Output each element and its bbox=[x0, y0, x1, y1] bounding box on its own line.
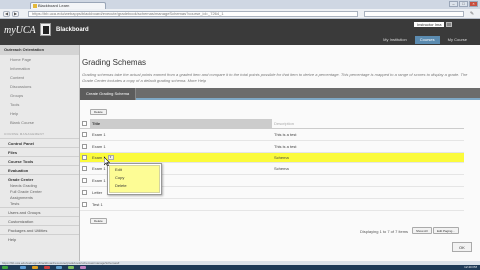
minimize-button[interactable]: – bbox=[449, 1, 458, 7]
wrench-icon[interactable]: ✎ bbox=[468, 11, 476, 17]
control-panel-item[interactable]: Course Tools bbox=[0, 156, 79, 165]
sidebar-bottom-item[interactable]: Users and Groups bbox=[0, 207, 79, 216]
table-header: Title Description bbox=[80, 118, 464, 129]
control-panel-item[interactable]: Grade Center bbox=[0, 174, 79, 183]
context-menu-edit[interactable]: Edit bbox=[110, 166, 159, 174]
edit-paging-button[interactable]: Edit Paging... bbox=[433, 227, 459, 234]
sidebar-item[interactable]: Help bbox=[0, 109, 79, 118]
row-checkbox[interactable] bbox=[82, 178, 87, 183]
taskbar-app-icon[interactable] bbox=[56, 266, 62, 269]
browser-tab-strip: Blackboard Learn – □ × bbox=[0, 0, 480, 9]
start-icon[interactable] bbox=[2, 266, 8, 269]
address-toolbar: ◀ ▶ https://bb.uca.edu/webapps/blackboar… bbox=[0, 9, 480, 19]
column-title[interactable]: Title bbox=[90, 118, 272, 128]
top-tabs: My Institution Courses My Course bbox=[378, 36, 472, 44]
course-title[interactable]: Outreach Orientation bbox=[0, 45, 79, 55]
sidebar-item[interactable]: Home Page bbox=[0, 55, 79, 64]
sidebar-bottom-item[interactable]: Help bbox=[0, 234, 79, 243]
create-grading-schema-button[interactable]: Create Grading Schema bbox=[80, 88, 137, 100]
page-description: Grading schemas take the actual points e… bbox=[82, 72, 468, 83]
control-panel-item[interactable]: Evaluation bbox=[0, 165, 79, 174]
row-title[interactable]: Exam 1 bbox=[90, 144, 272, 149]
row-title[interactable]: Exam 1 ▾ bbox=[90, 155, 272, 161]
pagination-status: Displaying 1 to 7 of 7 items bbox=[360, 229, 409, 234]
context-menu-list: Edit Copy Delete bbox=[109, 165, 160, 193]
taskbar-app-icon[interactable] bbox=[68, 266, 74, 269]
delete-button-top[interactable]: Delete bbox=[90, 109, 107, 115]
taskbar-app-icon[interactable] bbox=[20, 266, 26, 269]
close-window-button[interactable]: × bbox=[469, 1, 478, 7]
main-content: Grading Schemas Grading schemas take the… bbox=[80, 45, 480, 265]
row-description: This is a test bbox=[274, 144, 297, 149]
show-all-button[interactable]: Show All bbox=[412, 227, 432, 234]
user-menu[interactable]: Instructor Ima bbox=[414, 21, 453, 27]
browser-search-input[interactable] bbox=[364, 11, 464, 17]
action-bar: Create Grading Schema bbox=[80, 88, 480, 100]
maximize-button[interactable]: □ bbox=[459, 1, 468, 7]
tab-my-course[interactable]: My Course bbox=[443, 36, 472, 44]
row-checkbox[interactable] bbox=[82, 190, 87, 195]
row-title[interactable]: Exam 1 bbox=[90, 132, 272, 137]
sidebar-item[interactable]: Discussions bbox=[0, 82, 79, 91]
myuca-logo[interactable]: myUCA bbox=[4, 25, 36, 36]
taskbar-app-icon[interactable] bbox=[80, 266, 86, 269]
taskbar-clock: 12:40 PM bbox=[464, 265, 477, 269]
row-title[interactable]: Test 1 bbox=[90, 202, 272, 207]
sidebar-bottom-item[interactable]: Customization bbox=[0, 216, 79, 225]
mouse-cursor-icon bbox=[104, 157, 110, 166]
column-description[interactable]: Description bbox=[272, 119, 464, 128]
blackboard-brand: Blackboard bbox=[56, 27, 89, 33]
favicon-icon bbox=[33, 4, 37, 8]
forward-button[interactable]: ▶ bbox=[12, 11, 19, 17]
sidebar-item[interactable]: Groups bbox=[0, 91, 79, 100]
sidebar-item[interactable]: Tools bbox=[0, 100, 79, 109]
sidebar-item[interactable]: Content bbox=[0, 73, 79, 82]
windows-taskbar: 12:40 PM bbox=[0, 265, 480, 270]
row-description: Schema bbox=[274, 166, 289, 171]
table-row-highlighted: Exam 1 ▾ Schema bbox=[80, 153, 464, 163]
table-row: Exam 1 This is a test bbox=[80, 129, 464, 141]
back-button[interactable]: ◀ bbox=[3, 11, 10, 17]
taskbar-app-icon[interactable] bbox=[32, 266, 38, 269]
window-controls: – □ × bbox=[449, 1, 478, 7]
tab-courses[interactable]: Courses bbox=[414, 36, 440, 44]
browser-tab[interactable]: Blackboard Learn bbox=[30, 2, 106, 9]
control-panel-item[interactable]: Control Panel bbox=[0, 138, 79, 147]
row-checkbox[interactable] bbox=[82, 155, 87, 160]
row-checkbox[interactable] bbox=[82, 202, 87, 207]
row-checkbox[interactable] bbox=[82, 132, 87, 137]
user-name[interactable]: Instructor Ima bbox=[414, 21, 445, 27]
logout-icon[interactable] bbox=[446, 21, 453, 27]
sidebar-item[interactable]: Blank Course bbox=[0, 118, 79, 127]
delete-button-bottom[interactable]: Delete bbox=[90, 218, 107, 224]
tab-my-institution[interactable]: My Institution bbox=[378, 36, 412, 44]
sidebar-bottom-item[interactable]: Packages and Utilities bbox=[0, 225, 79, 234]
sidebar-item[interactable]: Information bbox=[0, 64, 79, 73]
select-all-checkbox[interactable] bbox=[82, 120, 87, 126]
row-checkbox[interactable] bbox=[82, 144, 87, 149]
control-panel-item[interactable]: Files bbox=[0, 147, 79, 156]
context-menu-copy[interactable]: Copy bbox=[110, 174, 159, 182]
row-description: Schema bbox=[274, 155, 289, 160]
institution-badge-icon bbox=[40, 23, 51, 36]
row-checkbox[interactable] bbox=[82, 166, 87, 171]
browser-tab-title: Blackboard Learn bbox=[38, 3, 70, 8]
url-field[interactable]: https://bb.uca.edu/webapps/blackboard/ex… bbox=[28, 11, 358, 17]
context-menu: Edit Copy Delete bbox=[107, 163, 162, 195]
ok-button[interactable]: OK bbox=[452, 242, 472, 252]
section-header: COURSE MANAGEMENT bbox=[4, 132, 45, 136]
taskbar-app-icon[interactable] bbox=[44, 266, 50, 269]
table-row: Exam 1 This is a test bbox=[80, 141, 464, 153]
course-sidebar: Outreach Orientation Home Page Informati… bbox=[0, 45, 80, 265]
table-row: Test 1 bbox=[80, 199, 464, 211]
page-title: Grading Schemas bbox=[82, 58, 147, 67]
blackboard-header: myUCA Blackboard Instructor Ima My Insti… bbox=[0, 19, 480, 45]
context-menu-delete[interactable]: Delete bbox=[110, 182, 159, 190]
row-description: This is a test bbox=[274, 132, 297, 137]
